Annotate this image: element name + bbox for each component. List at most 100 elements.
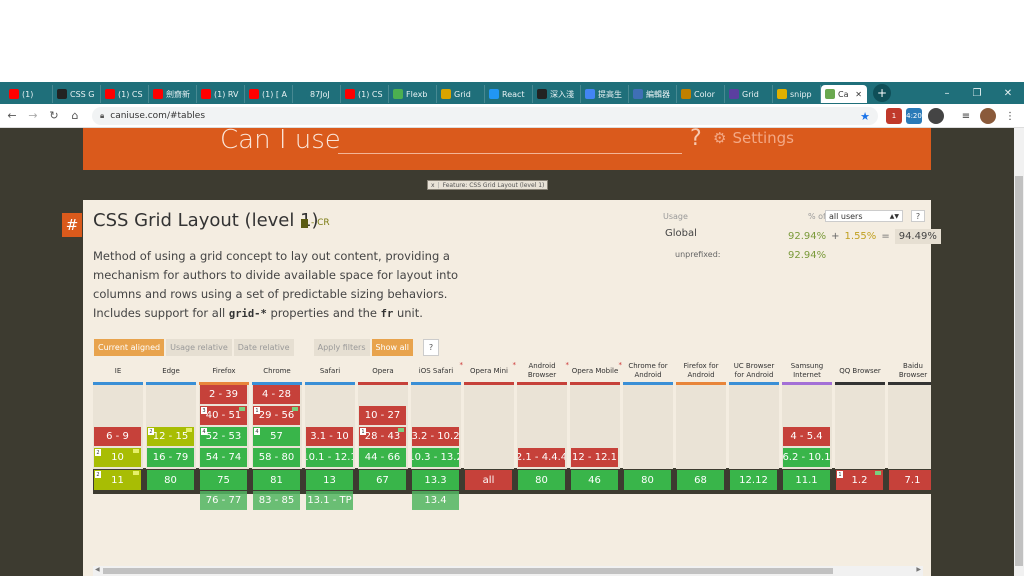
current-version-cell[interactable]: 81 bbox=[253, 470, 300, 490]
browser-tab-label: Grid bbox=[742, 89, 759, 99]
browser-tab[interactable]: (1) bbox=[5, 85, 53, 103]
version-cell[interactable]: 3.1 - 10 bbox=[306, 427, 353, 446]
browser-tab[interactable]: 深入淺 bbox=[533, 85, 581, 103]
settings-button[interactable]: ⚙ Settings bbox=[713, 129, 794, 147]
version-cell[interactable]: 6 - 9 bbox=[94, 427, 141, 446]
current-version-cell[interactable]: 46 bbox=[571, 470, 618, 490]
scroll-left-arrow-icon[interactable]: ◀ bbox=[95, 566, 100, 573]
search-input[interactable] bbox=[338, 153, 682, 154]
home-icon[interactable]: ⌂ bbox=[66, 107, 84, 125]
vertical-scrollbar[interactable] bbox=[1014, 128, 1024, 576]
browser-tab[interactable]: Grid bbox=[725, 85, 773, 103]
back-icon[interactable]: ← bbox=[3, 107, 21, 125]
version-cell[interactable]: 58 - 80 bbox=[253, 448, 300, 467]
user-scope-select[interactable]: all users ▲▼ bbox=[825, 210, 903, 222]
show-all-button[interactable]: Show all bbox=[371, 339, 413, 356]
url-input[interactable]: 🔒︎ caniuse.com/#tables ★ bbox=[92, 107, 878, 125]
version-cell[interactable]: 4 52 - 53 bbox=[200, 427, 247, 446]
new-tab-button[interactable]: + bbox=[873, 84, 891, 102]
browser-tab[interactable]: 提高生 bbox=[581, 85, 629, 103]
current-version-cell[interactable]: all bbox=[465, 470, 512, 490]
version-cell[interactable]: 10.1 - 12.1 bbox=[306, 448, 353, 467]
version-cell[interactable]: 12 - 12.1 bbox=[571, 448, 618, 467]
browser-tab[interactable]: (1) CS bbox=[341, 85, 389, 103]
current-version-cell[interactable]: 7.1 bbox=[889, 470, 931, 490]
filters-help-button[interactable]: ? bbox=[422, 339, 439, 356]
menu-dots-icon[interactable]: ⋮ bbox=[1002, 108, 1018, 124]
reload-icon[interactable]: ↻ bbox=[45, 107, 63, 125]
version-cell[interactable]: 4 - 28 bbox=[253, 385, 300, 404]
version-cell[interactable]: 2 - 39 bbox=[200, 385, 247, 404]
version-cell[interactable]: 3.2 - 10.2 bbox=[412, 427, 459, 446]
vertical-scroll-thumb[interactable] bbox=[1015, 176, 1023, 566]
browser-tab[interactable]: CSS G bbox=[53, 85, 101, 103]
reading-list-icon[interactable]: ≡ bbox=[958, 108, 974, 124]
usage-help-button[interactable]: ? bbox=[911, 210, 925, 222]
current-version-cell[interactable]: 13 bbox=[306, 470, 353, 490]
scroll-right-arrow-icon[interactable]: ▶ bbox=[916, 566, 921, 573]
browser-name-text: UC Browser for Android bbox=[733, 362, 775, 379]
browser-tab[interactable]: React bbox=[485, 85, 533, 103]
current-version-cell[interactable]: 80 bbox=[518, 470, 565, 490]
adblock-extension-icon[interactable]: 1 bbox=[886, 108, 902, 124]
current-version-cell[interactable]: 13.3 bbox=[412, 470, 459, 490]
bookmark-star-icon[interactable]: ★ bbox=[860, 110, 870, 123]
current-version-cell[interactable]: 80 bbox=[624, 470, 671, 490]
minimize-button[interactable]: – bbox=[932, 82, 962, 104]
version-cell[interactable]: 83 - 85 bbox=[253, 491, 300, 510]
version-cell[interactable]: 44 - 66 bbox=[359, 448, 406, 467]
current-version-cell[interactable]: 1 1.2 bbox=[836, 470, 883, 490]
browser-tab[interactable]: 劍齋新 bbox=[149, 85, 197, 103]
version-cell[interactable]: 1 28 - 43 bbox=[359, 427, 406, 446]
version-cell[interactable]: 3 40 - 51 bbox=[200, 406, 247, 425]
active-browser-tab[interactable]: Ca ✕ bbox=[821, 85, 867, 103]
version-cell[interactable]: 54 - 74 bbox=[200, 448, 247, 467]
restore-button[interactable]: ❐ bbox=[962, 82, 992, 104]
version-cell[interactable]: 2.1 - 4.4.4 bbox=[518, 448, 565, 467]
version-cell[interactable]: 4 57 bbox=[253, 427, 300, 446]
version-cell[interactable]: 2 12 - 15 bbox=[147, 427, 194, 446]
current-version-cell[interactable]: 80 bbox=[147, 470, 194, 490]
horizontal-scrollbar[interactable]: ◀ ▶ bbox=[93, 566, 923, 576]
version-cell[interactable]: 16 - 79 bbox=[147, 448, 194, 467]
version-cell[interactable]: 10.3 - 13.2 bbox=[412, 448, 459, 467]
version-cell[interactable]: 13.4 bbox=[412, 491, 459, 510]
browser-tab[interactable]: snipp bbox=[773, 85, 821, 103]
browser-tab[interactable]: Grid bbox=[437, 85, 485, 103]
version-range: 46 bbox=[588, 474, 601, 486]
browser-tab[interactable]: 編輯器 bbox=[629, 85, 677, 103]
close-tab-icon[interactable]: ✕ bbox=[855, 90, 862, 99]
version-cell[interactable]: 2 10 bbox=[94, 448, 141, 467]
current-aligned-button[interactable]: Current aligned bbox=[94, 339, 165, 356]
version-cell[interactable]: 4 - 5.4 bbox=[783, 427, 830, 446]
version-cell[interactable]: 13.1 - TP bbox=[306, 491, 353, 510]
date-relative-button[interactable]: Date relative bbox=[233, 339, 294, 356]
current-version-cell[interactable]: 67 bbox=[359, 470, 406, 490]
extension-circle-icon[interactable] bbox=[928, 108, 944, 124]
browser-tab[interactable]: (1) RV bbox=[197, 85, 245, 103]
current-version-cell[interactable]: 75 bbox=[200, 470, 247, 490]
chip-close-button[interactable]: x bbox=[431, 182, 435, 189]
browser-tab[interactable]: (1) [ A bbox=[245, 85, 293, 103]
version-cell[interactable]: 6.2 - 10.1 bbox=[783, 448, 830, 467]
browser-tab[interactable]: Flexb bbox=[389, 85, 437, 103]
browser-tab[interactable]: (1) CS bbox=[101, 85, 149, 103]
apply-filters-button[interactable]: Apply filters bbox=[313, 339, 370, 356]
current-version-cell[interactable]: 2 11 bbox=[94, 470, 141, 490]
version-cell[interactable]: 10 - 27 bbox=[359, 406, 406, 425]
timer-extension-icon[interactable]: 4:20 bbox=[906, 108, 922, 124]
close-window-button[interactable]: ✕ bbox=[993, 82, 1023, 104]
spec-status[interactable]: - CR bbox=[301, 218, 330, 228]
profile-avatar[interactable] bbox=[980, 108, 996, 124]
version-cell[interactable]: 76 - 77 bbox=[200, 491, 247, 510]
current-version-cell[interactable]: 12.12 bbox=[730, 470, 777, 490]
browser-tab[interactable]: Color bbox=[677, 85, 725, 103]
usage-relative-button[interactable]: Usage relative bbox=[166, 339, 232, 356]
current-version-cell[interactable]: 68 bbox=[677, 470, 724, 490]
version-cell[interactable]: 1 29 - 56 bbox=[253, 406, 300, 425]
feature-anchor-link[interactable]: # bbox=[62, 213, 82, 237]
current-version-cell[interactable]: 11.1 bbox=[783, 470, 830, 490]
forward-icon[interactable]: → bbox=[24, 107, 42, 125]
browser-tab[interactable]: 87JoJ bbox=[293, 85, 341, 103]
horizontal-scroll-thumb[interactable] bbox=[103, 568, 833, 574]
